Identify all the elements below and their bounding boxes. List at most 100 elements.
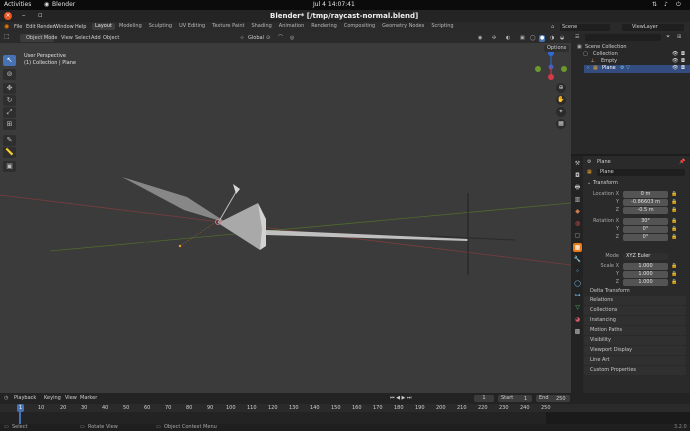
scale-y-field[interactable]: 1.000 [623, 271, 668, 278]
collection-tab-icon[interactable]: ▢ [573, 231, 582, 240]
volume-icon[interactable]: ♪ [664, 2, 668, 8]
outliner-plane[interactable]: Plane [602, 66, 616, 71]
viewport-display-panel[interactable]: Viewport Display [584, 346, 686, 355]
shading-solid-icon[interactable]: ● [539, 35, 546, 42]
tab-animation[interactable]: Animation [276, 23, 308, 30]
render-tab-icon[interactable]: ◘ [573, 171, 582, 180]
location-x-field[interactable]: 0 m [623, 191, 668, 198]
menu-window[interactable]: Window [54, 25, 74, 30]
lock-icon[interactable]: 🔒 [671, 280, 677, 285]
instancing-panel[interactable]: Instancing [584, 316, 686, 325]
perspective-toggle-icon[interactable]: ▦ [556, 119, 566, 129]
rotation-x-field[interactable]: 30° [623, 218, 668, 225]
mode-dropdown[interactable]: Object Mode [20, 34, 58, 42]
current-frame-field[interactable]: 1 [474, 395, 494, 402]
timeline-ruler[interactable]: 1 10 20 30 40 50 60 70 80 90 100 110 120… [0, 404, 690, 412]
add-cube-tool-icon[interactable]: ▣ [3, 161, 16, 172]
timeline-menu-view[interactable]: View [65, 396, 77, 401]
timeline-editor-icon[interactable]: ◷ [4, 396, 8, 401]
select-tool-icon[interactable]: ↖ [3, 55, 16, 66]
camera-view-icon[interactable]: ⌖ [556, 107, 566, 117]
relations-panel[interactable]: Relations [584, 296, 686, 305]
modifier-tab-icon[interactable]: 🔧 [573, 255, 582, 264]
pivot-icon[interactable]: ⊙ [266, 36, 270, 41]
scene-tab-icon[interactable]: ◆ [573, 207, 582, 216]
visibility-panel[interactable]: Visibility [584, 336, 686, 345]
gizmo-icon[interactable]: ✣ [492, 36, 496, 41]
lock-icon[interactable]: 🔒 [671, 272, 677, 277]
pan-icon[interactable]: ✋ [556, 95, 566, 105]
snap-icon[interactable]: ⌒ [278, 36, 283, 41]
render-camera-icon[interactable]: ◘ [681, 66, 685, 71]
power-icon[interactable]: ⏻ [676, 2, 681, 8]
object-name-field[interactable]: Plane [597, 169, 685, 176]
menu-file[interactable]: File [14, 25, 22, 30]
view-layer-tab-icon[interactable]: ▥ [573, 195, 582, 204]
filter-icon[interactable]: ⏷ [666, 35, 670, 40]
scale-x-field[interactable]: 1.000 [623, 263, 668, 270]
blender-logo-icon[interactable]: ◉ [4, 24, 9, 30]
particles-tab-icon[interactable]: ⁘ [573, 267, 582, 276]
transform-panel-header[interactable]: Transform [593, 181, 618, 186]
rotate-tool-icon[interactable]: ↻ [3, 95, 16, 106]
tool-tab-icon[interactable]: ⚒ [573, 159, 582, 168]
physics-tab-icon[interactable]: ◯ [573, 279, 582, 288]
visibility-eye-icon[interactable]: 👁 [672, 66, 678, 71]
annotate-tool-icon[interactable]: ✎ [3, 135, 16, 146]
scale-z-field[interactable]: 1.000 [623, 279, 668, 286]
world-tab-icon[interactable]: ◍ [573, 219, 582, 228]
collapse-chevron-icon[interactable]: ⌄ [587, 181, 591, 186]
move-tool-icon[interactable]: ✥ [3, 83, 16, 94]
outliner-search-input[interactable] [585, 34, 661, 41]
data-tab-icon[interactable]: ▽ [573, 303, 582, 312]
timeline-menu-keying[interactable]: Keying [44, 396, 61, 401]
transform-tool-icon[interactable]: ⊞ [3, 119, 16, 130]
vp-menu-view[interactable]: View [61, 36, 73, 41]
tab-layout[interactable]: Layout [92, 23, 115, 30]
lock-icon[interactable]: 🔒 [671, 200, 677, 205]
location-z-field[interactable]: -0.5 m [623, 207, 668, 214]
rotation-z-field[interactable]: 0° [623, 234, 668, 241]
properties-editor-icon[interactable]: ⚙ [587, 160, 591, 165]
zoom-icon[interactable]: ⊕ [556, 83, 566, 93]
output-tab-icon[interactable]: 🖶 [573, 183, 582, 192]
close-icon[interactable]: × [4, 12, 12, 20]
new-collection-icon[interactable]: ⊞ [677, 35, 681, 40]
render-camera-icon[interactable]: ◘ [681, 52, 685, 57]
rotation-y-field[interactable]: 0° [623, 226, 668, 233]
minimize-icon[interactable]: – [22, 12, 26, 19]
transform-orientation-dropdown[interactable]: Global [248, 36, 264, 41]
lock-icon[interactable]: 🔒 [671, 192, 677, 197]
network-icon[interactable]: ⇅ [652, 2, 657, 8]
visibility-eye-icon[interactable]: 👁 [672, 52, 678, 57]
outliner-editor-icon[interactable]: ☰ [575, 35, 579, 40]
proportional-edit-icon[interactable]: ◎ [290, 36, 294, 41]
app-menu[interactable]: Blender [52, 2, 75, 8]
outliner-empty[interactable]: Empty [601, 59, 617, 64]
lock-icon[interactable]: 🔒 [671, 264, 677, 269]
collections-panel[interactable]: Collections [584, 306, 686, 315]
overlay-icon[interactable]: ◐ [506, 36, 510, 41]
tab-scripting[interactable]: Scripting [428, 23, 456, 30]
xray-icon[interactable]: ▣ [520, 36, 525, 41]
tab-shading[interactable]: Shading [248, 23, 274, 30]
location-y-field[interactable]: -0.86603 m [623, 199, 668, 206]
tab-texture-paint[interactable]: Texture Paint [209, 23, 247, 30]
outliner-scene-collection[interactable]: Scene Collection [585, 45, 627, 50]
rotation-mode-dropdown[interactable]: XYZ Euler [623, 253, 668, 260]
viewlayer-selector[interactable]: ViewLayer [622, 24, 684, 31]
render-camera-icon[interactable]: ◘ [681, 59, 685, 64]
shading-wireframe-icon[interactable]: ◯ [530, 36, 536, 41]
texture-tab-icon[interactable]: ▩ [573, 327, 582, 336]
options-dropdown[interactable]: Options [544, 45, 570, 52]
menu-edit[interactable]: Edit [26, 25, 36, 30]
line-art-panel[interactable]: Line Art [584, 356, 686, 365]
expand-chevron-icon[interactable]: › [587, 66, 589, 71]
start-frame-field[interactable]: 1 [524, 397, 527, 402]
object-tab-icon[interactable]: ▦ [573, 243, 582, 252]
menu-help[interactable]: Help [75, 25, 86, 30]
tab-modeling[interactable]: Modeling [116, 23, 145, 30]
timeline-menu-playback[interactable]: Playback [14, 396, 36, 401]
constraints-tab-icon[interactable]: ⊶ [573, 291, 582, 300]
end-frame-field[interactable]: 250 [556, 397, 566, 402]
